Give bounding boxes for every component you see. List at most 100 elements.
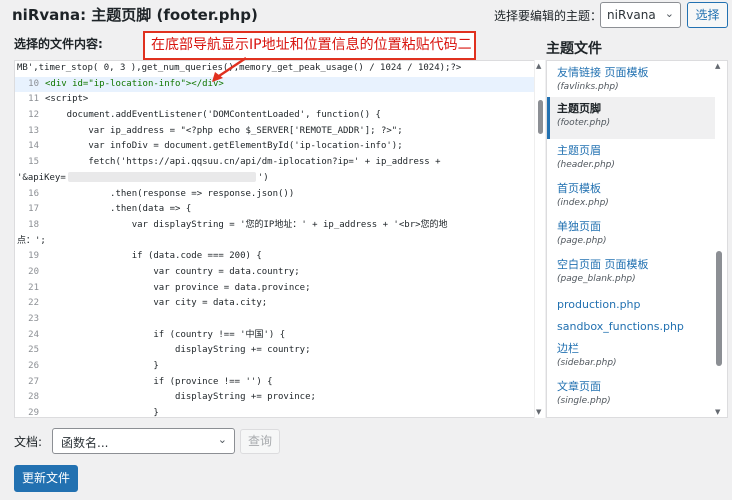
code-line[interactable]: '&apiKey= ') [15,171,544,187]
code-line[interactable]: 16 .then(response => response.json()) [15,187,544,203]
code-line[interactable]: 27 if (province !== '') { [15,375,544,391]
code-editor[interactable]: MB',timer_stop( 0, 3 ),get_num_queries()… [14,60,545,418]
scroll-up-arrow-icon[interactable]: ▲ [715,62,720,70]
theme-file-name[interactable]: production.php [557,297,715,312]
update-file-button[interactable]: 更新文件 [14,465,78,492]
editor-scrollbar-thumb[interactable] [538,100,543,134]
line-text: if (data.code === 200) { [45,251,262,262]
line-text: <script> [45,94,89,105]
theme-file-item[interactable]: production.php [547,297,715,312]
code-line[interactable]: 21 var province = data.province; [15,281,544,297]
line-number: 15 [28,157,39,168]
theme-file-path: (page_blank.php) [557,274,636,284]
theme-file-item[interactable]: 首页模板 (index.php) [547,181,715,210]
theme-file-path: (header.php) [557,160,615,170]
code-line[interactable]: 11 <script> [15,92,544,108]
theme-select[interactable]: niRvana ⌄ [600,2,681,28]
line-text: document.addEventListener('DOMContentLoa… [45,110,381,121]
theme-file-name[interactable]: 空白页面 页面模板 [557,257,715,272]
code-line[interactable]: 22 var city = data.city; [15,296,544,312]
theme-file-item[interactable]: 边栏 (sidebar.php) [547,341,715,370]
line-text: displayString += province; [45,392,316,403]
editor-scrollbar[interactable]: ▲ ▼ [534,60,545,418]
theme-file-name[interactable]: 文章页面 [557,379,715,394]
code-line[interactable]: 24 if (country !== '中国') { [15,328,544,344]
redacted-key [67,172,256,183]
theme-file-path: (index.php) [557,198,609,208]
theme-file-name[interactable]: 友情链接 页面模板 [557,65,715,80]
code-line[interactable]: 23 [15,312,544,328]
theme-files-list: 友情链接 页面模板 (favlinks.php) 主题页脚 (footer.php) 主… [546,60,728,418]
theme-file-item[interactable]: 友情链接 页面模板 (favlinks.php) [547,65,715,94]
theme-file-name[interactable]: 首页模板 [557,181,715,196]
code-line[interactable]: 19 if (data.code === 200) { [15,249,544,265]
theme-file-item[interactable]: 主题页脚 (footer.php) [547,97,715,139]
red-arrow-icon [212,56,247,82]
page-title: niRvana: 主题页脚 (footer.php) [12,6,258,24]
code-line[interactable]: MB',timer_stop( 0, 3 ),get_num_queries()… [15,61,544,77]
theme-file-name[interactable]: 主题页眉 [557,143,715,158]
code-line[interactable]: 12 document.addEventListener('DOMContent… [15,108,544,124]
line-text: var infoDiv = document.getElementById('i… [45,141,403,152]
line-number: 22 [28,298,39,309]
theme-file-name[interactable]: 边栏 [557,341,715,356]
code-line[interactable]: 17 .then(data => { [15,202,544,218]
select-theme-button[interactable]: 选择 [687,2,728,28]
line-number: 27 [28,376,39,387]
line-number: 28 [28,392,39,403]
code-line[interactable]: 14 var infoDiv = document.getElementById… [15,139,544,155]
theme-file-item[interactable]: 空白页面 页面模板 (page_blank.php) [547,257,715,286]
line-text: 点：'; [17,235,46,246]
line-text: var displayString = '您的IP地址：' + ip_addre… [45,219,448,230]
line-number: 12 [28,110,39,121]
code-line[interactable]: 10 <div id="ip-location-info"></div> [15,76,544,93]
files-scrollbar[interactable]: ▲ ▼ [714,60,728,418]
theme-file-item[interactable]: 单独页面 (page.php) [547,219,715,248]
code-line[interactable]: 15 fetch('https://api.qqsuu.cn/api/dm-ip… [15,155,544,171]
line-number: 14 [28,141,39,152]
line-number: 10 [28,78,39,89]
line-text: var city = data.city; [45,298,268,309]
code-line[interactable]: 28 displayString += province; [15,390,544,406]
code-line[interactable]: 18 var displayString = '您的IP地址：' + ip_ad… [15,218,544,234]
theme-files-heading: 主题文件 [546,41,602,57]
theme-file-item[interactable]: sandbox_functions.php [547,319,715,334]
file-content-label: 选择的文件内容: [14,37,103,51]
theme-file-path: (favlinks.php) [557,82,619,92]
line-text: fetch('https://api.qqsuu.cn/api/dm-iploc… [45,157,441,168]
line-text: '&apiKey= ') [17,171,269,187]
line-text: .then(data => { [45,204,192,215]
theme-file-name[interactable]: 单独页面 [557,219,715,234]
code-line[interactable]: 点：'; [15,234,544,250]
lookup-button[interactable]: 查询 [240,429,280,454]
line-text-end: ') [257,172,269,183]
theme-select-label: 选择要编辑的主题： [494,9,603,23]
theme-file-path: (single.php) [557,396,611,406]
code-line[interactable]: 26 } [15,359,544,375]
line-text-start: '&apiKey= [17,172,66,183]
theme-select-value: niRvana [607,8,656,22]
line-text: var ip_address = "<?php echo $_SERVER['R… [45,125,403,136]
line-text: var country = data.country; [45,266,300,277]
theme-file-item[interactable]: 主题页眉 (header.php) [547,143,715,172]
code-line[interactable]: 20 var country = data.country; [15,265,544,281]
code-line[interactable]: 25 displayString += country; [15,343,544,359]
files-scrollbar-thumb[interactable] [716,251,722,366]
scroll-up-arrow-icon[interactable]: ▲ [536,62,541,70]
theme-file-name[interactable]: sandbox_functions.php [557,319,715,334]
scroll-down-arrow-icon[interactable]: ▼ [715,408,720,416]
theme-file-item[interactable]: 文章页面 (single.php) [547,379,715,408]
function-name-select[interactable]: 函数名... ⌄ [52,428,235,454]
theme-file-name[interactable]: 主题页脚 [557,101,715,116]
line-number: 24 [28,329,39,340]
line-text: } [45,408,159,418]
code-line[interactable]: 29 } [15,406,544,418]
line-text: if (province !== '') { [45,376,273,387]
theme-file-path: (page.php) [557,236,607,246]
line-text: if (country !== '中国') { [45,329,286,340]
code-line[interactable]: 13 var ip_address = "<?php echo $_SERVER… [15,124,544,140]
line-number: 21 [28,282,39,293]
scroll-down-arrow-icon[interactable]: ▼ [536,408,541,416]
line-text: var province = data.province; [45,282,311,293]
theme-file-path: (sidebar.php) [557,358,617,368]
